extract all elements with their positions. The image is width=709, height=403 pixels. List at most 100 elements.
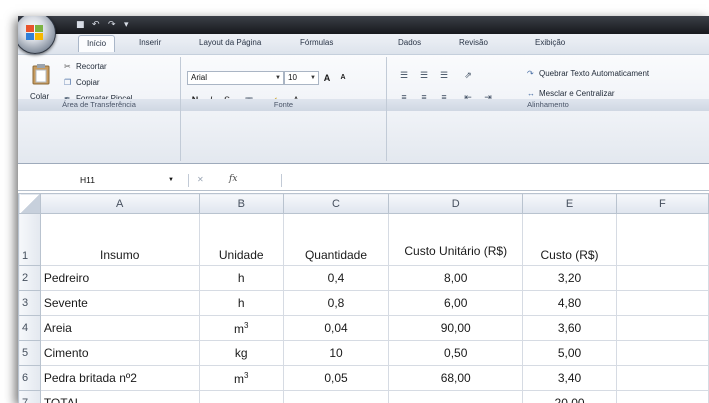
row-header[interactable]: 4 bbox=[18, 315, 41, 341]
cell-a4[interactable]: Areia bbox=[39, 315, 200, 341]
tab-inserir[interactable]: Inserir bbox=[139, 38, 161, 47]
tab-dados[interactable]: Dados bbox=[398, 38, 421, 47]
sheet-table: A B C D E F 1 Insumo Unidade Quantidade … bbox=[18, 193, 709, 403]
alignment-group: ☰ ☰ ☰ ⇗ ≡ ≡ ≡ ⇤ ⇥ ↷ Quebrar Texto Automa… bbox=[387, 57, 709, 161]
table-row: 1 Insumo Unidade Quantidade Custo Unitár… bbox=[18, 213, 709, 266]
align-top-icon[interactable]: ☰ bbox=[395, 67, 413, 83]
table-row: 5 Cimento kg 10 0,50 5,00 bbox=[18, 340, 709, 366]
column-header-d[interactable]: D bbox=[388, 193, 524, 214]
cell-d3[interactable]: 6,00 bbox=[388, 290, 524, 316]
cell-d1[interactable]: Custo Unitário (R$) bbox=[388, 213, 524, 266]
chevron-down-icon: ▼ bbox=[310, 75, 316, 81]
cell-b2[interactable]: h bbox=[198, 265, 284, 291]
orientation-icon[interactable]: ⇗ bbox=[459, 67, 477, 83]
font-name-value: Arial bbox=[191, 73, 208, 82]
copy-button[interactable]: Copiar bbox=[76, 78, 100, 87]
cell-c2[interactable]: 0,4 bbox=[282, 265, 390, 291]
cut-icon[interactable]: ✂ bbox=[64, 62, 71, 71]
chevron-down-icon: ▼ bbox=[168, 177, 174, 183]
cell-a1[interactable]: Insumo bbox=[39, 213, 200, 266]
cancel-icon[interactable]: ✕ bbox=[197, 175, 204, 184]
cell-a5[interactable]: Cimento bbox=[39, 340, 200, 366]
cell-c6[interactable]: 0,05 bbox=[282, 365, 390, 391]
cell-e7[interactable]: 20,00 bbox=[522, 390, 617, 403]
row-header[interactable]: 2 bbox=[18, 265, 41, 291]
insert-function-button[interactable]: fx bbox=[229, 174, 237, 184]
cell-f6[interactable] bbox=[615, 365, 709, 391]
cell-a7[interactable]: TOTAL bbox=[39, 390, 200, 403]
cell-e6[interactable]: 3,40 bbox=[522, 365, 617, 391]
save-icon[interactable]: ■ bbox=[76, 20, 86, 30]
tab-formulas[interactable]: Fórmulas bbox=[300, 38, 333, 47]
merge-center-button[interactable]: Mesclar e Centralizar bbox=[539, 89, 615, 98]
column-header-e[interactable]: E bbox=[522, 193, 617, 214]
cell-e2[interactable]: 3,20 bbox=[522, 265, 617, 291]
wrap-text-icon[interactable]: ↷ bbox=[527, 69, 534, 78]
grow-font-button[interactable]: A bbox=[319, 70, 335, 86]
cell-e5[interactable]: 5,00 bbox=[522, 340, 617, 366]
select-all-corner[interactable] bbox=[18, 193, 41, 214]
cell-b4[interactable]: m3 bbox=[198, 315, 284, 341]
font-size-value: 10 bbox=[288, 73, 297, 82]
column-header-c[interactable]: C bbox=[282, 193, 390, 214]
cell-b6[interactable]: m3 bbox=[198, 365, 284, 391]
paste-icon[interactable] bbox=[32, 63, 50, 89]
cell-f5[interactable] bbox=[615, 340, 709, 366]
cell-c5[interactable]: 10 bbox=[282, 340, 390, 366]
row-header[interactable]: 3 bbox=[18, 290, 41, 316]
cell-d5[interactable]: 0,50 bbox=[388, 340, 524, 366]
align-middle-icon[interactable]: ☰ bbox=[415, 67, 433, 83]
cell-c4[interactable]: 0,04 bbox=[282, 315, 390, 341]
formula-buttons: ✕ fx bbox=[188, 174, 282, 187]
cell-e4[interactable]: 3,60 bbox=[522, 315, 617, 341]
tab-exibicao[interactable]: Exibição bbox=[535, 38, 565, 47]
font-size-select[interactable]: 10 ▼ bbox=[284, 71, 319, 85]
cell-e1[interactable]: Custo (R$) bbox=[522, 213, 617, 266]
cell-f1[interactable] bbox=[615, 213, 709, 266]
cut-button[interactable]: Recortar bbox=[76, 62, 107, 71]
row-header[interactable]: 5 bbox=[18, 340, 41, 366]
cell-f4[interactable] bbox=[615, 315, 709, 341]
tab-revisao[interactable]: Revisão bbox=[459, 38, 488, 47]
column-header-a[interactable]: A bbox=[39, 193, 200, 214]
title-bar: ■ ↶ ↷ ▾ bbox=[18, 16, 709, 34]
wrap-text-button[interactable]: Quebrar Texto Automaticament bbox=[539, 69, 649, 78]
undo-icon[interactable]: ↶ bbox=[92, 20, 102, 30]
row-header[interactable]: 7 bbox=[18, 390, 41, 403]
cell-a6[interactable]: Pedra britada nº2 bbox=[39, 365, 200, 391]
cell-b3[interactable]: h bbox=[198, 290, 284, 316]
copy-icon[interactable]: ❐ bbox=[64, 78, 71, 87]
column-header-b[interactable]: B bbox=[198, 193, 284, 214]
cell-c7[interactable] bbox=[282, 390, 390, 403]
cell-b7[interactable] bbox=[198, 390, 284, 403]
cell-d6[interactable]: 68,00 bbox=[388, 365, 524, 391]
cell-f7[interactable] bbox=[615, 390, 709, 403]
cell-a3[interactable]: Sevente bbox=[39, 290, 200, 316]
font-group-label: Fonte bbox=[181, 99, 386, 111]
row-header[interactable]: 6 bbox=[18, 365, 41, 391]
cell-e3[interactable]: 4,80 bbox=[522, 290, 617, 316]
font-name-select[interactable]: Arial ▼ bbox=[187, 71, 284, 85]
cell-b1[interactable]: Unidade bbox=[198, 213, 284, 266]
cell-f3[interactable] bbox=[615, 290, 709, 316]
tab-layout-da-pagina[interactable]: Layout da Página bbox=[199, 38, 261, 47]
name-box[interactable]: H11 ▼ bbox=[20, 174, 180, 187]
redo-icon[interactable]: ↷ bbox=[108, 20, 118, 30]
alignment-group-label: Alinhamento bbox=[387, 99, 709, 111]
cell-d7[interactable] bbox=[388, 390, 524, 403]
cell-c1[interactable]: Quantidade bbox=[282, 213, 390, 266]
customize-icon[interactable]: ▾ bbox=[124, 20, 134, 30]
shrink-font-button[interactable]: A bbox=[335, 70, 351, 86]
merge-center-icon[interactable]: ↔ bbox=[527, 89, 535, 98]
ribbon: Colar ✂ Recortar ❐ Copiar ✒ Formatar Pin… bbox=[18, 54, 709, 164]
column-header-f[interactable]: F bbox=[615, 193, 709, 214]
cell-a2[interactable]: Pedreiro bbox=[39, 265, 200, 291]
cell-c3[interactable]: 0,8 bbox=[282, 290, 390, 316]
align-bottom-icon[interactable]: ☰ bbox=[435, 67, 453, 83]
cell-d2[interactable]: 8,00 bbox=[388, 265, 524, 291]
cell-f2[interactable] bbox=[615, 265, 709, 291]
cell-b5[interactable]: kg bbox=[198, 340, 284, 366]
cell-d4[interactable]: 90,00 bbox=[388, 315, 524, 341]
tab-inicio[interactable]: Início bbox=[78, 35, 116, 52]
row-header[interactable]: 1 bbox=[18, 213, 41, 266]
